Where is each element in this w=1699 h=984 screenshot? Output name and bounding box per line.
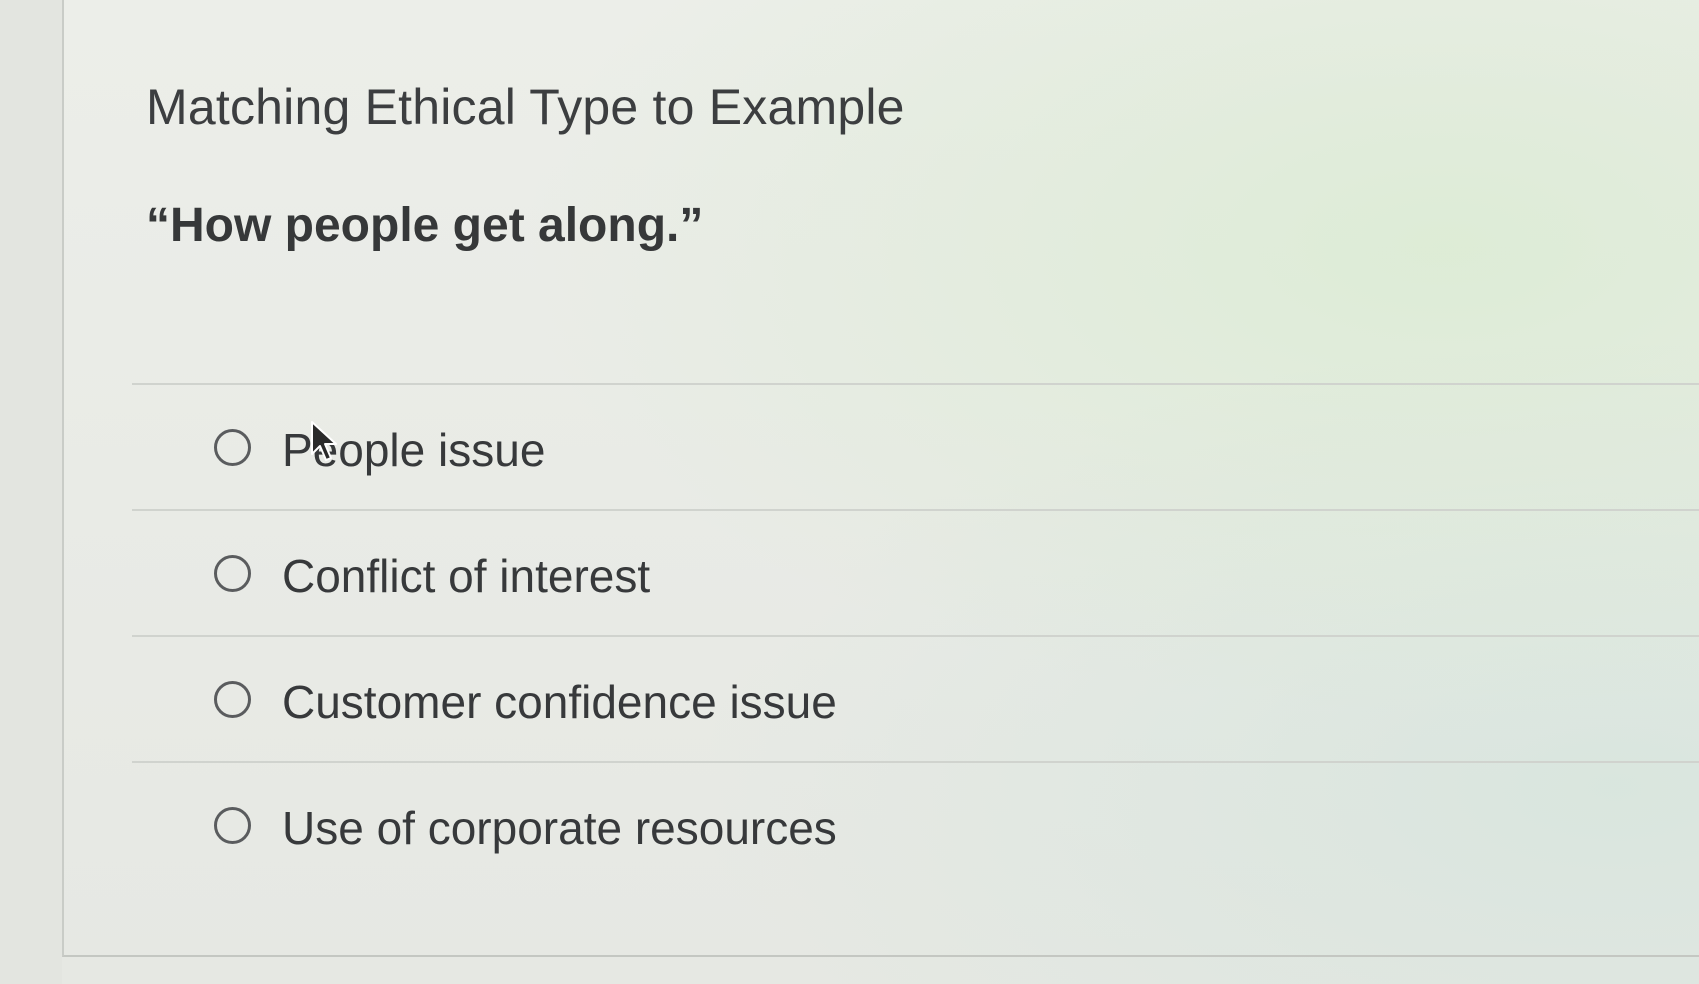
radio-button-people-issue[interactable] [214, 429, 251, 466]
answer-list: People issue Conflict of interest Custom… [132, 383, 1699, 881]
answer-option-conflict-of-interest[interactable]: Conflict of interest [132, 509, 1699, 635]
left-margin [0, 0, 62, 984]
answer-option-people-issue[interactable]: People issue [132, 383, 1699, 509]
radio-button-customer-confidence-issue[interactable] [214, 681, 251, 718]
answer-label[interactable]: Customer confidence issue [282, 675, 837, 729]
radio-button-use-of-corporate-resources[interactable] [214, 807, 251, 844]
answer-label[interactable]: Use of corporate resources [282, 801, 837, 855]
answer-option-customer-confidence-issue[interactable]: Customer confidence issue [132, 635, 1699, 761]
question-title: Matching Ethical Type to Example [146, 79, 905, 135]
question-card: Matching Ethical Type to Example “How pe… [62, 0, 1699, 957]
answer-option-use-of-corporate-resources[interactable]: Use of corporate resources [132, 761, 1699, 881]
question-prompt: “How people get along.” [146, 199, 704, 252]
mouse-pointer-icon [311, 421, 337, 461]
answer-label[interactable]: Conflict of interest [282, 549, 650, 603]
radio-button-conflict-of-interest[interactable] [214, 555, 251, 592]
